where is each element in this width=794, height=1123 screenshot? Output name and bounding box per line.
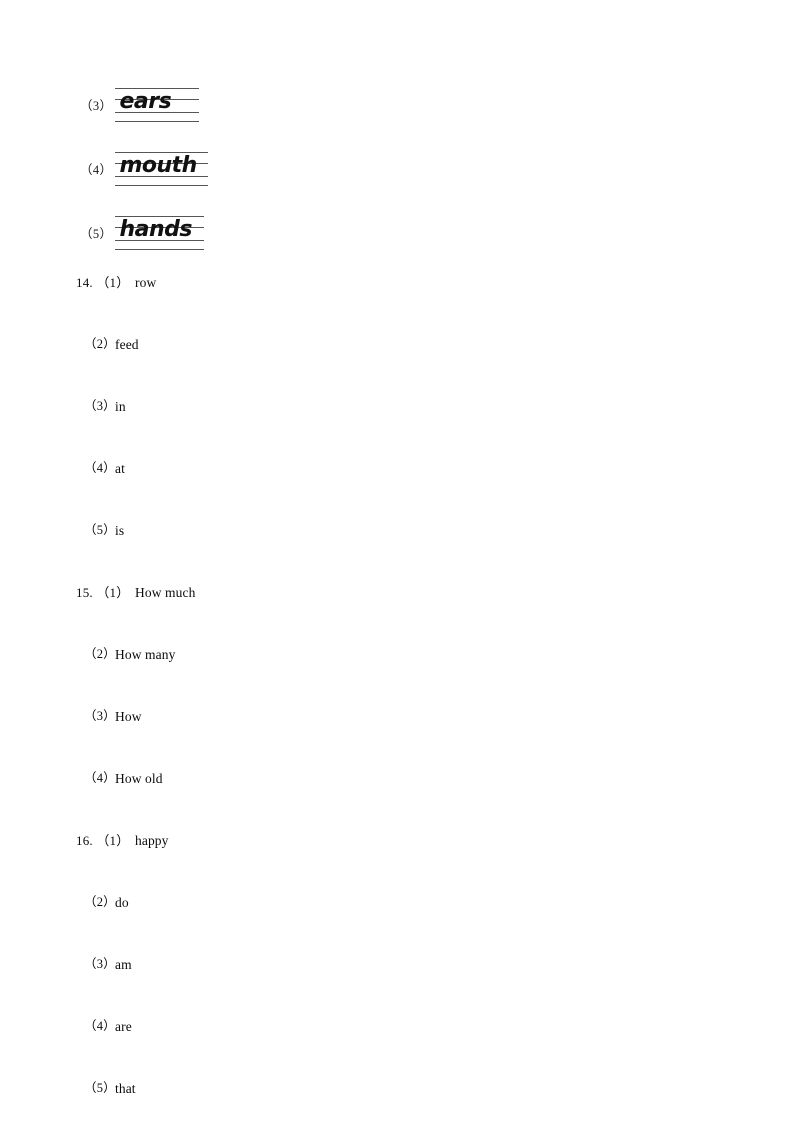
answer-item-value: How bbox=[115, 709, 142, 724]
answer-key-line: 14. （1） row bbox=[0, 267, 794, 298]
answer-key-line: （3） am bbox=[0, 949, 794, 980]
answer-key-line: （2） feed bbox=[0, 329, 794, 360]
handwriting-answer-number: （3） bbox=[80, 98, 113, 113]
handwriting-answer-row: （4） mouth bbox=[80, 148, 209, 188]
handwriting-answer-number: （4） bbox=[80, 162, 113, 177]
answer-item-label: （2） bbox=[84, 895, 116, 909]
answer-item-label: （5） bbox=[84, 523, 116, 537]
answer-item-label: （3） bbox=[84, 709, 116, 723]
answer-item-label: （3） bbox=[84, 957, 116, 971]
document-page: （3） ears （4） mouth （5） hands 14. （1） row （2） fee… bbox=[0, 0, 794, 1123]
answer-item-label: （4） bbox=[84, 461, 116, 475]
answer-item-label: （4） bbox=[84, 1019, 116, 1033]
answer-key-line: （5） that bbox=[0, 1073, 794, 1104]
four-line-ruling: ears bbox=[115, 84, 200, 124]
answer-item-value: am bbox=[115, 957, 132, 972]
answer-item-label: （5） bbox=[84, 1081, 116, 1095]
answer-item-value: happy bbox=[135, 833, 169, 848]
answer-item-label: （1） bbox=[96, 585, 130, 600]
answer-item-value: How many bbox=[115, 647, 176, 662]
answer-item-value: that bbox=[115, 1081, 136, 1096]
handwriting-answer-row: （5） hands bbox=[80, 212, 205, 252]
answer-item-label: （1） bbox=[96, 275, 130, 290]
answer-key-line: （4） at bbox=[0, 453, 794, 484]
answer-key-line: （5） is bbox=[0, 515, 794, 546]
answer-item-value: row bbox=[135, 275, 157, 290]
answer-item-value: at bbox=[115, 461, 125, 476]
answer-item-label: （2） bbox=[84, 337, 116, 351]
answer-group-index: 15. bbox=[76, 585, 93, 600]
handwritten-word: mouth bbox=[119, 153, 197, 178]
answer-item-value: are bbox=[115, 1019, 132, 1034]
answer-item-label: （2） bbox=[84, 647, 116, 661]
answer-group-number: 16. （1） bbox=[76, 825, 129, 856]
answer-item-value: feed bbox=[115, 337, 139, 352]
answer-item-value: How much bbox=[135, 585, 196, 600]
answer-group-number: 15. （1） bbox=[76, 577, 129, 608]
handwritten-word: hands bbox=[119, 217, 192, 242]
answer-group-number: 14. （1） bbox=[76, 267, 129, 298]
answer-item-label: （1） bbox=[96, 833, 130, 848]
four-line-ruling: mouth bbox=[115, 148, 209, 188]
answer-item-label: （3） bbox=[84, 399, 116, 413]
answer-group-index: 14. bbox=[76, 275, 93, 290]
answer-item-value: is bbox=[115, 523, 125, 538]
handwriting-answer-row: （3） ears bbox=[80, 84, 200, 124]
answer-key-list: 14. （1） row （2） feed （3） in （4） at （5） is 15. （1） H… bbox=[0, 267, 794, 1096]
four-line-ruling: hands bbox=[115, 212, 205, 252]
answer-key-line: （3） How bbox=[0, 701, 794, 732]
answer-group-index: 16. bbox=[76, 833, 93, 848]
answer-key-line: （3） in bbox=[0, 391, 794, 422]
handwriting-answer-number: （5） bbox=[80, 226, 113, 241]
answer-key-line: 15. （1） How much bbox=[0, 577, 794, 608]
answer-item-value: How old bbox=[115, 771, 163, 786]
answer-key-line: （2） do bbox=[0, 887, 794, 918]
answer-key-line: （2） How many bbox=[0, 639, 794, 670]
answer-item-value: do bbox=[115, 895, 129, 910]
handwritten-word: ears bbox=[119, 89, 172, 114]
answer-key-line: 16. （1） happy bbox=[0, 825, 794, 856]
answer-item-label: （4） bbox=[84, 771, 116, 785]
answer-key-line: （4） How old bbox=[0, 763, 794, 794]
answer-key-line: （4） are bbox=[0, 1011, 794, 1042]
answer-item-value: in bbox=[115, 399, 126, 414]
